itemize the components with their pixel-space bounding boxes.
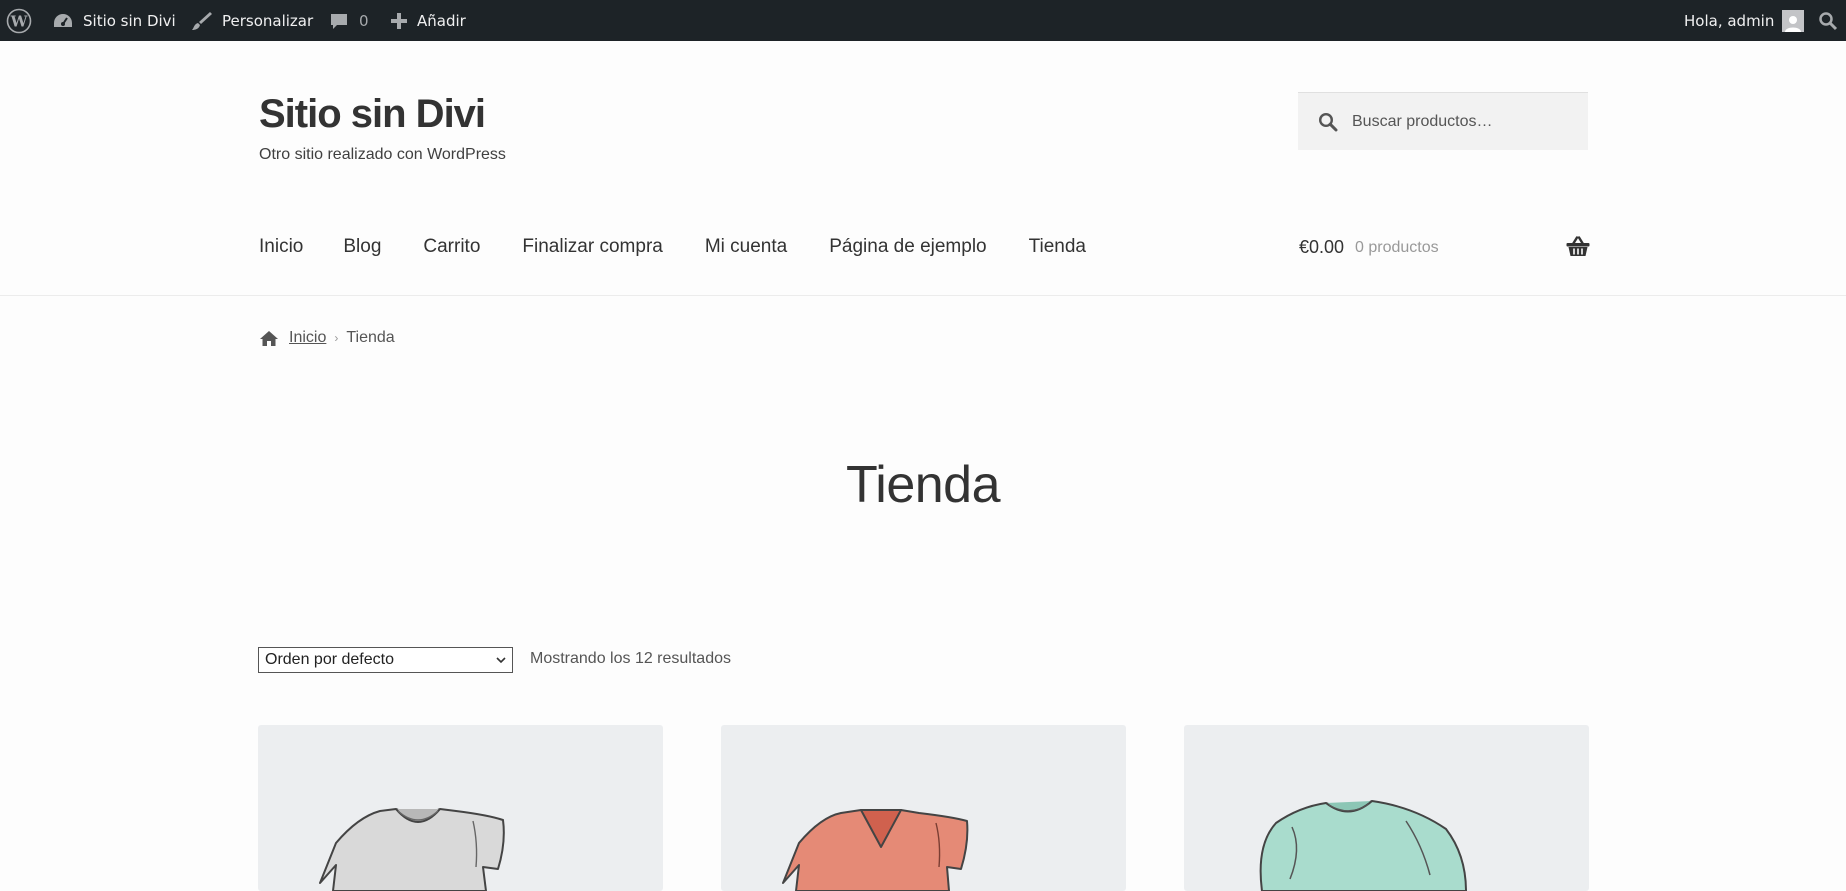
admin-bar-add-new-label: Añadir: [417, 11, 466, 30]
admin-bar-add-new-link[interactable]: Añadir: [390, 0, 466, 41]
product-card[interactable]: [1184, 725, 1589, 891]
nav-item-pagina-de-ejemplo[interactable]: Página de ejemplo: [829, 236, 986, 258]
mint-sweater-image[interactable]: [1184, 725, 1589, 891]
nav-item-blog[interactable]: Blog: [343, 236, 381, 258]
chevron-down-icon: [496, 657, 506, 664]
admin-bar-greeting: Hola, admin: [1684, 11, 1775, 30]
nav-item-finalizar-compra[interactable]: Finalizar compra: [522, 236, 662, 258]
admin-bar-search-icon[interactable]: [1818, 0, 1838, 41]
nav-item-tienda[interactable]: Tienda: [1029, 236, 1086, 258]
avatar: [1782, 9, 1805, 32]
shopping-basket-icon[interactable]: [1566, 236, 1590, 262]
page-title: Tienda: [845, 456, 1001, 514]
plus-icon: [391, 12, 407, 29]
dashboard-gauge-icon: [54, 13, 72, 27]
product-search: [1298, 92, 1588, 150]
cart-count[interactable]: 0 productos: [1355, 239, 1439, 257]
gray-tshirt-image[interactable]: [258, 725, 663, 891]
chevron-right-icon: ›: [334, 331, 339, 345]
search-input[interactable]: [1350, 111, 1574, 132]
search-icon: [1318, 112, 1338, 131]
admin-bar-site-name: Sitio sin Divi: [83, 11, 176, 30]
primary-navigation: Inicio Blog Carrito Finalizar compra Mi …: [259, 236, 1128, 258]
red-vneck-tshirt-image[interactable]: [721, 725, 1126, 891]
orderby-selected-value: Orden por defecto: [265, 651, 394, 668]
admin-bar-account-link[interactable]: Hola, admin: [1684, 0, 1805, 41]
product-card[interactable]: [721, 725, 1126, 891]
breadcrumb: Inicio › Tienda: [259, 329, 395, 347]
admin-bar-customize-link[interactable]: Personalizar: [191, 0, 313, 41]
breadcrumb-home-link[interactable]: Inicio: [289, 329, 326, 347]
nav-item-mi-cuenta[interactable]: Mi cuenta: [705, 236, 787, 258]
home-icon: [260, 330, 278, 346]
product-card[interactable]: [258, 725, 663, 891]
header-divider: [0, 295, 1846, 296]
site-title[interactable]: Sitio sin Divi: [259, 92, 486, 137]
wordpress-logo-icon[interactable]: W: [6, 0, 32, 41]
result-count: Mostrando los 12 resultados: [530, 650, 731, 667]
site-description: Otro sitio realizado con WordPress: [259, 146, 506, 163]
svg-text:W: W: [10, 12, 29, 30]
admin-bar-comments-count: 0: [359, 11, 369, 30]
admin-bar-comments-link[interactable]: 0: [329, 0, 369, 41]
admin-bar: W Sitio sin Divi Personalizar 0 Añadir H…: [0, 0, 1846, 41]
orderby-select[interactable]: Orden por defecto: [258, 647, 513, 673]
admin-bar-customize-label: Personalizar: [222, 11, 314, 30]
nav-item-inicio[interactable]: Inicio: [259, 236, 303, 258]
comment-bubble-icon: [331, 13, 347, 29]
nav-item-carrito[interactable]: Carrito: [423, 236, 480, 258]
breadcrumb-current: Tienda: [346, 329, 395, 346]
user-silhouette-icon: [1785, 15, 1802, 32]
paintbrush-icon: [192, 11, 212, 30]
cart-amount[interactable]: €0.00: [1299, 237, 1344, 258]
admin-bar-site-link[interactable]: Sitio sin Divi: [52, 0, 176, 41]
